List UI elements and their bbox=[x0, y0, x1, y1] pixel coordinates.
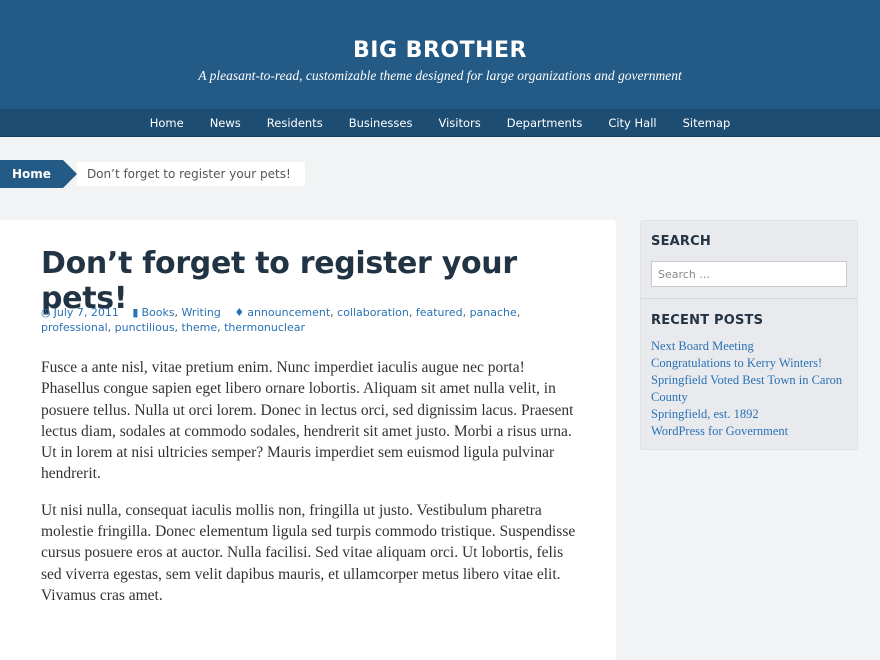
tag-link[interactable]: featured bbox=[416, 306, 463, 319]
recent-post-link[interactable]: Congratulations to Kerry Winters! bbox=[651, 356, 822, 370]
recent-post-link[interactable]: Springfield, est. 1892 bbox=[651, 407, 759, 421]
site-title[interactable]: BIG BROTHER bbox=[0, 38, 880, 63]
list-item: Springfield Voted Best Town in Caron Cou… bbox=[651, 372, 851, 406]
breadcrumb-home-link[interactable]: Home bbox=[0, 160, 77, 188]
post-date-link[interactable]: July 7, 2011 bbox=[54, 306, 119, 319]
post-paragraph: Fusce a ante nisl, vitae pretium enim. N… bbox=[41, 359, 574, 483]
nav-item-visitors[interactable]: Visitors bbox=[425, 109, 493, 137]
category-link[interactable]: Writing bbox=[182, 306, 221, 319]
folder-icon: ▮ bbox=[132, 306, 139, 319]
tag-link[interactable]: thermonuclear bbox=[224, 321, 305, 334]
recent-post-link[interactable]: Next Board Meeting bbox=[651, 339, 754, 353]
widget-divider bbox=[641, 298, 857, 299]
nav-item-sitemap[interactable]: Sitemap bbox=[670, 109, 744, 137]
recent-posts-title: RECENT POSTS bbox=[651, 313, 764, 328]
nav-item-city-hall[interactable]: City Hall bbox=[595, 109, 669, 137]
breadcrumb: Home Don’t forget to register your pets! bbox=[0, 160, 305, 188]
tag-icon: ♦ bbox=[234, 306, 245, 319]
breadcrumb-current: Don’t forget to register your pets! bbox=[76, 162, 305, 186]
tag-link[interactable]: collaboration bbox=[337, 306, 409, 319]
list-item: Springfield, est. 1892 bbox=[651, 406, 851, 423]
recent-post-link[interactable]: Springfield Voted Best Town in Caron Cou… bbox=[651, 373, 842, 404]
post-body: Fusce a ante nisl, vitae pretium enim. N… bbox=[41, 357, 581, 621]
main-content: Don’t forget to register your pets! ◷ Jul… bbox=[0, 220, 616, 660]
nav-item-residents[interactable]: Residents bbox=[254, 109, 336, 137]
nav-item-home[interactable]: Home bbox=[137, 109, 197, 137]
list-item: WordPress for Government bbox=[651, 423, 851, 440]
nav-item-news[interactable]: News bbox=[197, 109, 254, 137]
recent-posts-list: Next Board Meeting Congratulations to Ke… bbox=[651, 338, 851, 440]
post-paragraph: Ut nisi nulla, consequat iaculis mollis … bbox=[41, 501, 576, 604]
category-link[interactable]: Books bbox=[141, 306, 174, 319]
main-nav: Home News Residents Businesses Visitors … bbox=[0, 109, 880, 137]
sidebar: SEARCH RECENT POSTS Next Board Meeting C… bbox=[640, 220, 858, 450]
tag-link[interactable]: panache bbox=[470, 306, 517, 319]
tag-link[interactable]: professional bbox=[41, 321, 108, 334]
tag-link[interactable]: announcement bbox=[247, 306, 330, 319]
search-widget-title: SEARCH bbox=[651, 234, 711, 249]
clock-icon: ◷ bbox=[41, 306, 51, 319]
tag-link[interactable]: theme bbox=[182, 321, 218, 334]
nav-item-businesses[interactable]: Businesses bbox=[336, 109, 426, 137]
site-tagline: A pleasant-to-read, customizable theme d… bbox=[198, 68, 682, 83]
recent-post-link[interactable]: WordPress for Government bbox=[651, 424, 788, 438]
site-header: BIG BROTHER A pleasant-to-read, customiz… bbox=[0, 0, 880, 137]
search-input[interactable] bbox=[651, 261, 847, 287]
tag-link[interactable]: punctilious bbox=[115, 321, 175, 334]
post-meta: ◷ July 7, 2011 ▮ Books, Writing ♦ announcem… bbox=[41, 306, 521, 334]
nav-item-departments[interactable]: Departments bbox=[494, 109, 596, 137]
list-item: Congratulations to Kerry Winters! bbox=[651, 355, 851, 372]
list-item: Next Board Meeting bbox=[651, 338, 851, 355]
